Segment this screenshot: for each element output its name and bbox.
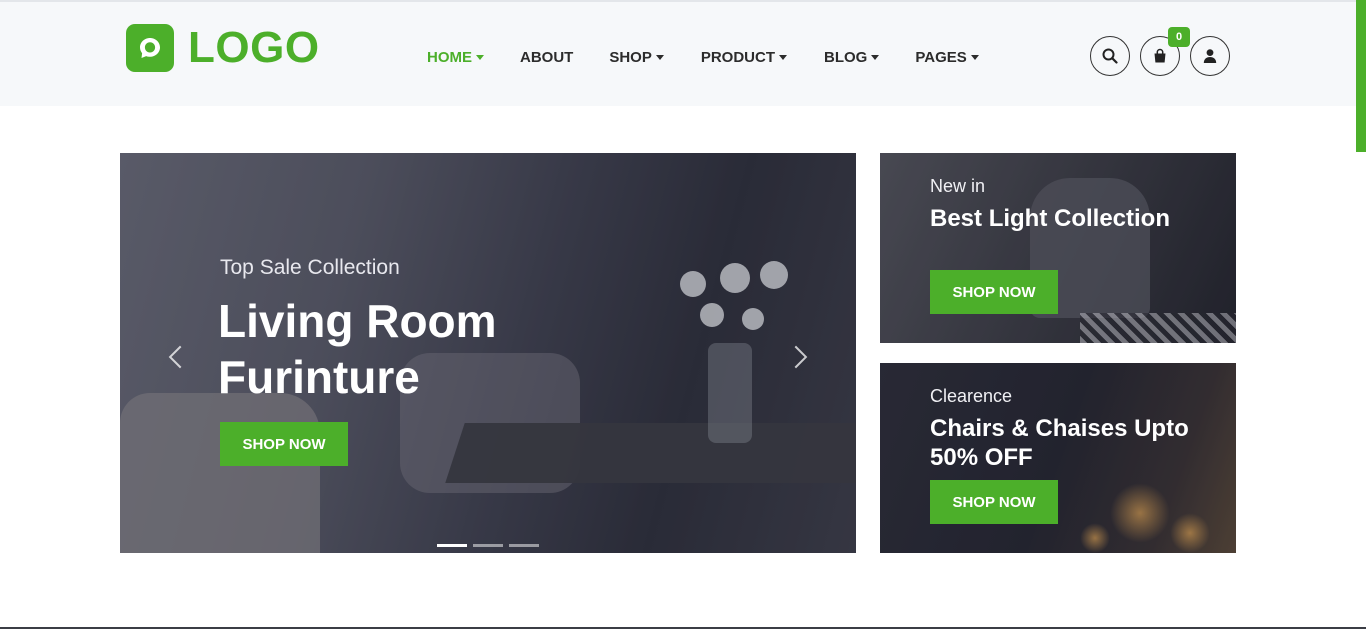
user-icon	[1203, 49, 1217, 63]
header-actions: 0	[1090, 27, 1240, 76]
nav-item-pages[interactable]: PAGES	[915, 48, 979, 66]
nav-item-label: SHOP	[609, 48, 652, 66]
promo-banner-clearance: Clearence Chairs & Chaises Upto 50% OFF …	[880, 363, 1236, 553]
promo-subtitle: Clearence	[930, 386, 1013, 406]
promo-subtitle: New in	[930, 176, 986, 196]
main-nav: HOME ABOUT SHOP PRODUCT BLOG PAGES	[427, 46, 979, 68]
nav-item-blog[interactable]: BLOG	[824, 48, 880, 66]
nav-item-home[interactable]: HOME	[427, 49, 484, 66]
hero-shop-now-button[interactable]: SHOP NOW	[220, 422, 348, 466]
search-icon	[1102, 48, 1118, 64]
caret-down-icon	[476, 54, 484, 60]
caret-down-icon	[970, 54, 979, 60]
nav-item-label: PAGES	[915, 48, 967, 66]
search-button[interactable]	[1090, 36, 1130, 76]
site-header: LOGO HOME ABOUT SHOP PRODUCT BLOG PAGES	[0, 0, 1366, 106]
site-logo[interactable]: LOGO	[126, 24, 320, 72]
cart-count-badge: 0	[1168, 27, 1190, 47]
promo-shop-now-button[interactable]: SHOP NOW	[930, 270, 1058, 314]
nav-item-about[interactable]: ABOUT	[520, 49, 573, 66]
promo-banner-new-in: New in Best Light Collection SHOP NOW	[880, 153, 1236, 343]
nav-item-label: BLOG	[824, 48, 868, 66]
slider-dot[interactable]	[473, 544, 503, 547]
hero-title: Living Room Furinture	[218, 295, 497, 403]
promo-shop-now-button[interactable]: SHOP NOW	[930, 480, 1058, 524]
caret-down-icon	[779, 54, 788, 60]
caret-down-icon	[655, 54, 664, 60]
cart-button[interactable]: 0	[1140, 27, 1190, 76]
chat-bubble-icon	[126, 24, 174, 72]
nav-item-product[interactable]: PRODUCT	[700, 48, 788, 66]
promo-title: Chairs & Chaises Upto 50% OFF	[930, 415, 1189, 471]
scroll-indicator[interactable]	[1356, 0, 1366, 152]
slider-dot[interactable]	[437, 544, 467, 547]
slider-dot[interactable]	[509, 544, 539, 547]
slider-dots	[437, 544, 545, 547]
shopping-bag-icon	[1154, 48, 1166, 63]
nav-item-shop[interactable]: SHOP	[609, 49, 664, 66]
promo-title: Best Light Collection	[930, 205, 1170, 232]
nav-item-label: ABOUT	[520, 48, 574, 66]
logo-text: LOGO	[188, 23, 320, 72]
hero-subtitle: Top Sale Collection	[220, 256, 400, 279]
account-button[interactable]	[1190, 36, 1230, 76]
hero-slider: Top Sale Collection Living Room Furintur…	[120, 153, 856, 553]
nav-item-label: HOME	[427, 48, 472, 66]
nav-item-label: PRODUCT	[700, 48, 776, 66]
caret-down-icon	[871, 54, 880, 60]
